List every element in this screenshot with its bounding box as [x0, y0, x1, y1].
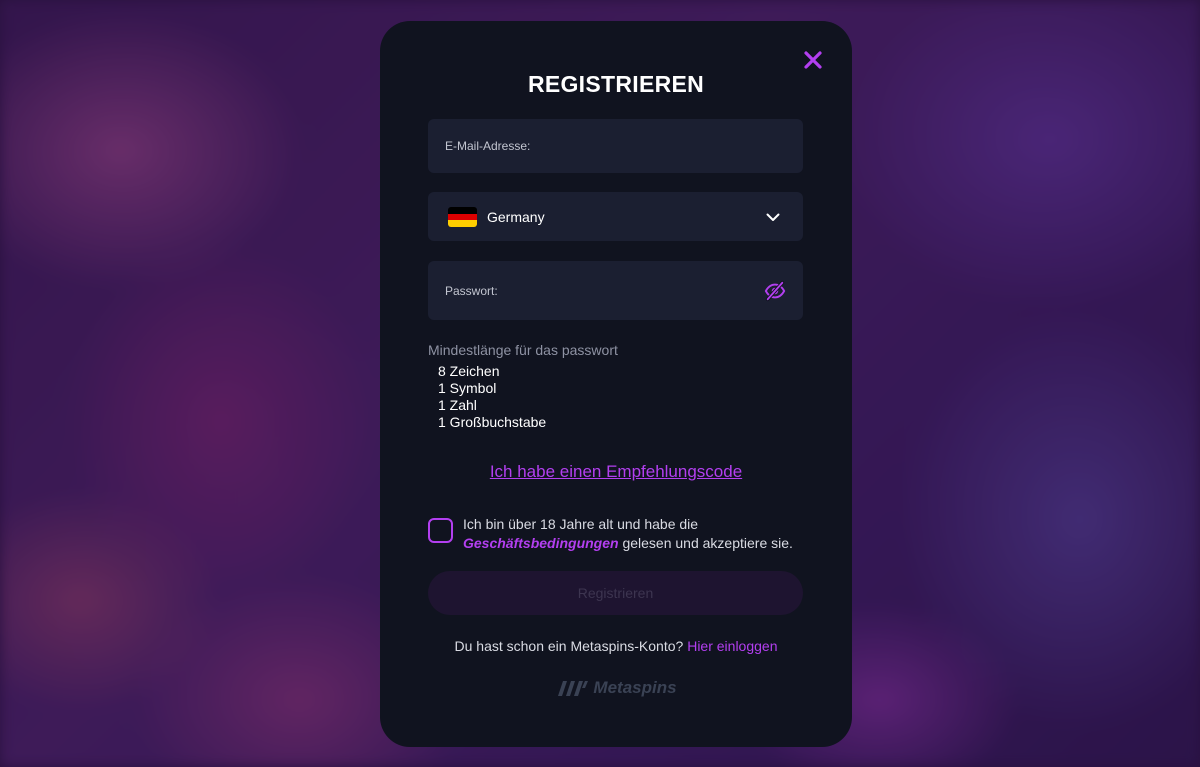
login-prompt: Du hast schon ein Metaspins-Konto?: [454, 638, 684, 654]
eye-slash-icon[interactable]: [764, 280, 786, 302]
email-label: E-Mail-Adresse:: [445, 139, 531, 153]
password-rules-list: 8 Zeichen 1 Symbol 1 Zahl 1 Großbuchstab…: [438, 363, 546, 431]
terms-text: Ich bin über 18 Jahre alt und habe die G…: [463, 515, 813, 553]
chevron-down-icon: [766, 213, 780, 221]
login-link[interactable]: Hier einloggen: [687, 638, 777, 654]
password-label: Passwort:: [445, 284, 498, 298]
password-rule-item: 8 Zeichen: [438, 363, 500, 379]
password-rule-item: 1 Zahl: [438, 397, 477, 413]
login-prompt-row: Du hast schon ein Metaspins-Konto? Hier …: [380, 638, 852, 654]
brand-name: Metaspins: [593, 678, 677, 697]
registration-modal: REGISTRIEREN E-Mail-Adresse: Germany Pas…: [380, 21, 852, 747]
metaspins-logo-icon: [558, 681, 589, 696]
terms-text-before: Ich bin über 18 Jahre alt und habe die: [463, 516, 699, 532]
modal-title: REGISTRIEREN: [527, 71, 705, 97]
terms-link[interactable]: Geschäftsbedingungen: [463, 535, 619, 551]
password-rules-title: Mindestlänge für das passwort: [428, 342, 618, 358]
terms-checkbox[interactable]: [428, 518, 453, 543]
country-select[interactable]: Germany: [428, 192, 803, 241]
password-field[interactable]: Passwort:: [428, 261, 803, 320]
password-rule-item: 1 Großbuchstabe: [438, 414, 547, 430]
password-rule-item: 1 Symbol: [438, 380, 497, 396]
germany-flag-icon: [448, 207, 477, 227]
brand-footer: Metaspins: [380, 678, 852, 703]
close-icon[interactable]: [802, 49, 824, 71]
referral-code-link[interactable]: Ich habe einen Empfehlungscode: [380, 462, 852, 482]
close-button[interactable]: [802, 49, 824, 71]
register-button[interactable]: Registrieren: [428, 571, 803, 615]
country-value: Germany: [487, 209, 545, 225]
email-field[interactable]: E-Mail-Adresse:: [428, 119, 803, 173]
terms-text-after: gelesen und akzeptiere sie.: [618, 535, 793, 551]
